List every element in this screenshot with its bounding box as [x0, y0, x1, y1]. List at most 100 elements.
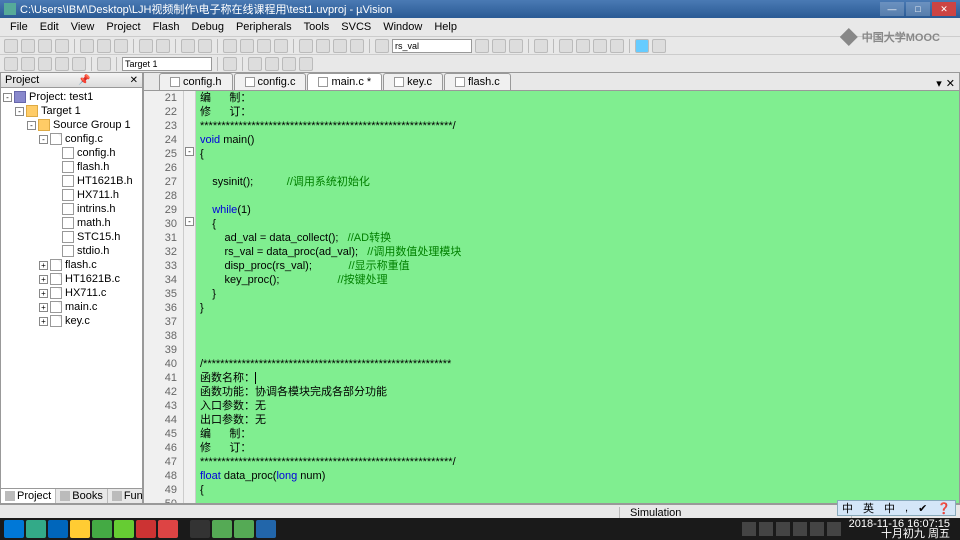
- close-button[interactable]: ✕: [932, 2, 956, 16]
- download-button[interactable]: [97, 57, 111, 71]
- tree-hdr[interactable]: HT1621B.h: [3, 174, 140, 188]
- tree-hdr[interactable]: math.h: [3, 216, 140, 230]
- fold-icon[interactable]: -: [185, 147, 194, 156]
- taskbar-app-icon[interactable]: [158, 520, 178, 538]
- menu-view[interactable]: View: [65, 21, 101, 33]
- bookmark2-button[interactable]: [240, 39, 254, 53]
- bp2-button[interactable]: [576, 39, 590, 53]
- manage4-button[interactable]: [299, 57, 313, 71]
- tree-src[interactable]: +main.c: [3, 300, 140, 314]
- taskbar-app-icon[interactable]: [26, 520, 46, 538]
- bookmark4-button[interactable]: [274, 39, 288, 53]
- tree-hdr[interactable]: STC15.h: [3, 230, 140, 244]
- language-bar[interactable]: 中英中,✔❓: [837, 500, 956, 516]
- file-tab-main-c[interactable]: main.c*: [307, 73, 382, 90]
- find4-button[interactable]: [509, 39, 523, 53]
- find3-button[interactable]: [492, 39, 506, 53]
- file-tab-key-c[interactable]: key.c: [383, 73, 443, 90]
- menu-flash[interactable]: Flash: [147, 21, 186, 33]
- menu-tools[interactable]: Tools: [298, 21, 336, 33]
- taskbar-app-icon[interactable]: [48, 520, 68, 538]
- copy-button[interactable]: [97, 39, 111, 53]
- taskbar[interactable]: 2018-11-16 16:07:15 十月初九 周五: [0, 518, 960, 540]
- cut-button[interactable]: [80, 39, 94, 53]
- taskbar-app-icon[interactable]: [190, 520, 210, 538]
- rebuild-button[interactable]: [38, 57, 52, 71]
- uncomment-button[interactable]: [350, 39, 364, 53]
- undo-button[interactable]: [139, 39, 153, 53]
- tray-icon[interactable]: [793, 522, 807, 536]
- taskbar-app-icon[interactable]: [212, 520, 232, 538]
- tray-icon[interactable]: [827, 522, 841, 536]
- bookmark3-button[interactable]: [257, 39, 271, 53]
- file-tab-config-c[interactable]: config.c: [234, 73, 307, 90]
- translate-button[interactable]: [4, 57, 18, 71]
- comment-button[interactable]: [333, 39, 347, 53]
- tree-project-root[interactable]: -Project: test1: [3, 90, 140, 104]
- panel-close-icon[interactable]: ✕: [130, 75, 138, 86]
- tab-dropdown-icon[interactable]: ▾: [936, 77, 942, 90]
- tray-icon[interactable]: [776, 522, 790, 536]
- find-button[interactable]: [375, 39, 389, 53]
- save-button[interactable]: [38, 39, 52, 53]
- taskbar-app-icon[interactable]: [234, 520, 254, 538]
- maximize-button[interactable]: □: [906, 2, 930, 16]
- manage-button[interactable]: [248, 57, 262, 71]
- outdent-button[interactable]: [316, 39, 330, 53]
- tree-hdr[interactable]: HX711.h: [3, 188, 140, 202]
- menu-edit[interactable]: Edit: [34, 21, 65, 33]
- manage2-button[interactable]: [265, 57, 279, 71]
- find-combo[interactable]: rs_val: [392, 39, 472, 53]
- minimize-button[interactable]: —: [880, 2, 904, 16]
- bp3-button[interactable]: [593, 39, 607, 53]
- file-tab-flash-c[interactable]: flash.c: [444, 73, 511, 90]
- taskbar-app-icon[interactable]: [114, 520, 134, 538]
- tray-icon[interactable]: [742, 522, 756, 536]
- panel-pin-icon[interactable]: 📌: [78, 75, 90, 86]
- project-tree[interactable]: -Project: test1 -Target 1 -Source Group …: [1, 88, 142, 488]
- code-content[interactable]: 编 制： 修 订： ******************************…: [196, 91, 959, 503]
- taskbar-app-icon[interactable]: [70, 520, 90, 538]
- indent-button[interactable]: [299, 39, 313, 53]
- tab-close-icon[interactable]: ✕: [946, 77, 955, 90]
- build-button[interactable]: [21, 57, 35, 71]
- taskbar-clock[interactable]: 2018-11-16 16:07:15 十月初九 周五: [843, 519, 956, 539]
- menu-debug[interactable]: Debug: [186, 21, 230, 33]
- menu-svcs[interactable]: SVCS: [335, 21, 377, 33]
- stop-button[interactable]: [72, 57, 86, 71]
- find2-button[interactable]: [475, 39, 489, 53]
- open-button[interactable]: [21, 39, 35, 53]
- fold-icon[interactable]: -: [185, 217, 194, 226]
- start-button[interactable]: [4, 520, 24, 538]
- menu-file[interactable]: File: [4, 21, 34, 33]
- menu-help[interactable]: Help: [428, 21, 463, 33]
- tree-src[interactable]: +HX711.c: [3, 286, 140, 300]
- batch-button[interactable]: [55, 57, 69, 71]
- manage3-button[interactable]: [282, 57, 296, 71]
- tree-src[interactable]: +HT1621B.c: [3, 272, 140, 286]
- menu-window[interactable]: Window: [377, 21, 428, 33]
- fold-gutter[interactable]: - -: [184, 91, 196, 503]
- paste-button[interactable]: [114, 39, 128, 53]
- taskbar-app-icon[interactable]: [92, 520, 112, 538]
- tree-source-group[interactable]: -Source Group 1: [3, 118, 140, 132]
- options-button[interactable]: [223, 57, 237, 71]
- nav-back-button[interactable]: [181, 39, 195, 53]
- tree-hdr[interactable]: flash.h: [3, 160, 140, 174]
- tree-src[interactable]: +key.c: [3, 314, 140, 328]
- tree-config-c[interactable]: -config.c: [3, 132, 140, 146]
- tray-icon[interactable]: [759, 522, 773, 536]
- tree-hdr[interactable]: intrins.h: [3, 202, 140, 216]
- new-button[interactable]: [4, 39, 18, 53]
- redo-button[interactable]: [156, 39, 170, 53]
- tree-target[interactable]: -Target 1: [3, 104, 140, 118]
- bp4-button[interactable]: [610, 39, 624, 53]
- bp-button[interactable]: [559, 39, 573, 53]
- config-button[interactable]: [652, 39, 666, 53]
- bookmark-button[interactable]: [223, 39, 237, 53]
- panel-tab-books[interactable]: Books: [56, 489, 108, 503]
- taskbar-app-icon[interactable]: [136, 520, 156, 538]
- code-editor[interactable]: 21 22 23 24 25 26 27 28 29 30 31 32 33 3…: [144, 91, 959, 503]
- target-combo[interactable]: Target 1: [122, 57, 212, 71]
- debug-button[interactable]: [534, 39, 548, 53]
